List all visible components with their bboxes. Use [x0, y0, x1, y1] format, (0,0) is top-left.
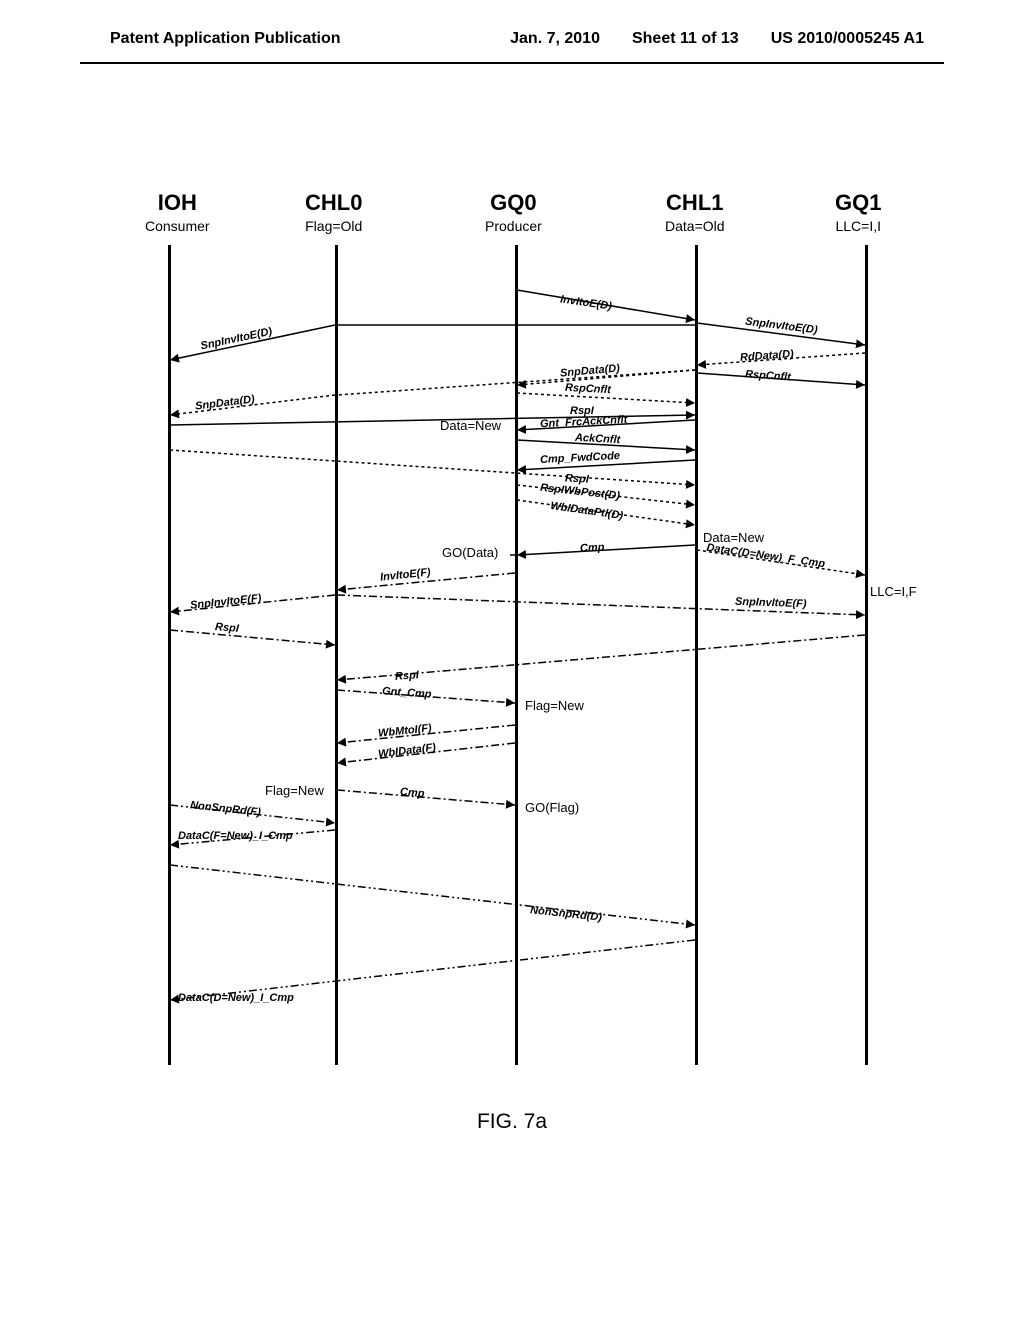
msg-ackcnflt: AckCnflt	[575, 432, 621, 446]
state-flag-new2: Flag=New	[265, 783, 324, 798]
msg-datac-fnew: DataC(F=New)_I_Cmp	[178, 830, 293, 842]
actor-ioh-sub: Consumer	[145, 218, 210, 234]
header-right: Jan. 7, 2010 Sheet 11 of 13 US 2010/0005…	[510, 30, 924, 48]
state-llc-if: LLC=I,F	[870, 584, 917, 599]
page-header: Patent Application Publication Jan. 7, 2…	[0, 0, 1024, 58]
msg-cmp: Cmp	[580, 541, 605, 554]
actor-gq0-sub: Producer	[485, 218, 542, 234]
figure-caption: FIG. 7a	[0, 1110, 1024, 1134]
msg-rspi2: RspI	[565, 472, 589, 485]
actor-chl0: CHL0 Flag=Old	[305, 190, 362, 234]
actor-ioh: IOH Consumer	[145, 190, 210, 234]
header-pubno: US 2010/0005245 A1	[771, 30, 924, 48]
actor-gq0: GQ0 Producer	[485, 190, 542, 234]
state-flag-new: Flag=New	[525, 698, 584, 713]
sequence-diagram: IOH Consumer CHL0 Flag=Old GQ0 Producer …	[120, 190, 900, 1070]
actor-gq1-sub: LLC=I,I	[835, 218, 881, 234]
header-left: Patent Application Publication	[110, 30, 341, 48]
actor-chl0-sub: Flag=Old	[305, 218, 362, 234]
actor-chl1: CHL1 Data=Old	[665, 190, 725, 234]
msg-cmp2: Cmp	[400, 786, 425, 800]
header-divider	[80, 62, 944, 64]
state-data-new2: Data=New	[703, 530, 764, 545]
actor-gq1: GQ1 LLC=I,I	[835, 190, 881, 234]
message-arrows	[120, 245, 900, 1065]
header-sheet: Sheet 11 of 13	[632, 30, 739, 48]
msg-rspi3: RspI	[215, 621, 240, 635]
msg-rspcnflt: RspCnflt	[565, 382, 611, 396]
actor-ioh-title: IOH	[145, 190, 210, 216]
actor-gq0-title: GQ0	[485, 190, 542, 216]
msg-datac-dnew: DataC(D=New)_I_Cmp	[178, 992, 294, 1004]
msg-go-flag: GO(Flag)	[525, 800, 579, 815]
msg-rspi4: RspI	[395, 669, 420, 683]
msg-snpinvitoe-f2: SnpInvItoE(F)	[735, 596, 807, 610]
msg-go-data: GO(Data)	[442, 545, 498, 560]
actor-chl1-sub: Data=Old	[665, 218, 725, 234]
actor-chl0-title: CHL0	[305, 190, 362, 216]
actor-gq1-title: GQ1	[835, 190, 881, 216]
state-data-new: Data=New	[440, 418, 501, 433]
actor-chl1-title: CHL1	[665, 190, 725, 216]
header-date: Jan. 7, 2010	[510, 30, 600, 48]
